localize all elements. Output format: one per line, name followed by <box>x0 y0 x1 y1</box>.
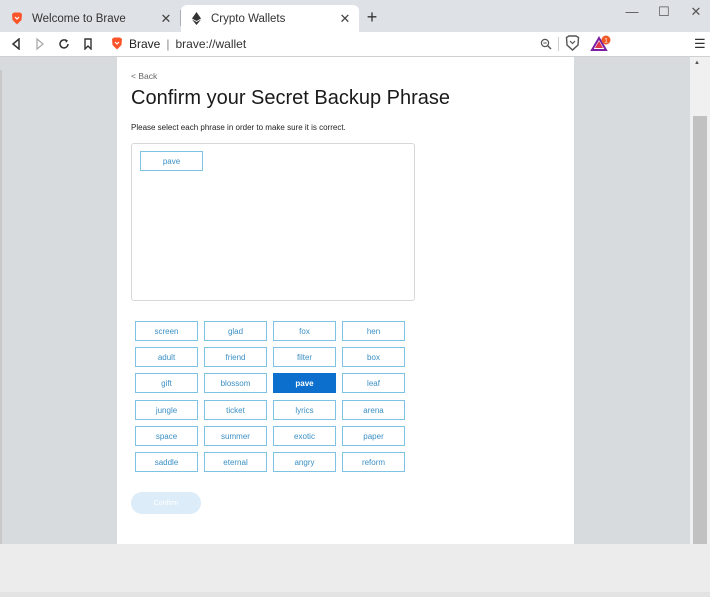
bookmark-icon[interactable] <box>80 36 96 52</box>
back-link[interactable]: < Back <box>131 71 157 81</box>
word-chip-box[interactable]: box <box>342 347 405 367</box>
word-chip-gift[interactable]: gift <box>135 373 198 393</box>
selected-phrases-box: pave <box>131 143 415 301</box>
page-bottom-area <box>0 544 710 597</box>
tab-title: Welcome to Brave <box>32 12 126 25</box>
confirm-button[interactable]: Confirm <box>131 492 201 514</box>
toolbar-divider <box>558 37 559 51</box>
word-chip-summer[interactable]: summer <box>204 426 267 446</box>
brave-rewards-icon[interactable]: 1 <box>590 35 612 58</box>
scroll-up-arrow-icon[interactable]: ▲ <box>694 60 700 66</box>
scrollbar-thumb[interactable] <box>693 116 707 544</box>
minimize-icon[interactable]: — <box>620 4 644 19</box>
word-chip-reform[interactable]: reform <box>342 452 405 472</box>
new-tab-plus-icon[interactable]: + <box>362 8 382 26</box>
word-chip-ticket[interactable]: ticket <box>204 400 267 420</box>
word-chip-exotic[interactable]: exotic <box>273 426 336 446</box>
word-chip-jungle[interactable]: jungle <box>135 400 198 420</box>
tab-welcome[interactable]: Welcome to Brave ✕ <box>2 5 180 32</box>
word-chip-adult[interactable]: adult <box>135 347 198 367</box>
ethereum-icon <box>189 12 203 26</box>
bottom-edge <box>0 592 710 597</box>
word-chip-angry[interactable]: angry <box>273 452 336 472</box>
word-chip-friend[interactable]: friend <box>204 347 267 367</box>
brave-shield-icon <box>111 37 124 50</box>
back-arrow-icon[interactable] <box>8 36 24 52</box>
word-chip-saddle[interactable]: saddle <box>135 452 198 472</box>
word-chip-hen[interactable]: hen <box>342 321 405 341</box>
tab-close-icon[interactable]: ✕ <box>337 11 353 27</box>
word-chip-pave[interactable]: pave <box>273 373 336 393</box>
address-brand: Brave <box>129 36 161 51</box>
address-divider: | <box>166 36 170 51</box>
word-chip-leaf[interactable]: leaf <box>342 373 405 393</box>
rewards-badge-count: 1 <box>604 37 608 44</box>
backup-phrase-card: < Back Confirm your Secret Backup Phrase… <box>117 57 574 544</box>
word-chip-fox[interactable]: fox <box>273 321 336 341</box>
hamburger-menu-icon[interactable]: ☰ <box>694 36 706 52</box>
page-subtitle: Please select each phrase in order to ma… <box>131 123 346 132</box>
address-bar[interactable]: Brave | brave://wallet <box>103 33 559 54</box>
tab-strip: Welcome to Brave ✕ Crypto Wallets ✕ + — … <box>0 0 710 32</box>
word-chip-screen[interactable]: screen <box>135 321 198 341</box>
selected-phrase-chip[interactable]: pave <box>140 151 203 171</box>
zoom-icon[interactable] <box>540 37 552 55</box>
forward-arrow-icon[interactable] <box>32 36 48 52</box>
word-chip-eternal[interactable]: eternal <box>204 452 267 472</box>
word-chip-space[interactable]: space <box>135 426 198 446</box>
brave-shields-button-icon[interactable] <box>565 35 580 56</box>
word-chip-filter[interactable]: filter <box>273 347 336 367</box>
tab-crypto-wallets[interactable]: Crypto Wallets ✕ <box>181 5 359 32</box>
address-url: brave://wallet <box>175 36 247 51</box>
reload-icon[interactable] <box>56 36 72 52</box>
tab-title: Crypto Wallets <box>211 12 286 25</box>
left-edge <box>0 70 2 560</box>
word-chip-lyrics[interactable]: lyrics <box>273 400 336 420</box>
word-chip-blossom[interactable]: blossom <box>204 373 267 393</box>
page-title: Confirm your Secret Backup Phrase <box>131 87 451 109</box>
brave-lion-icon <box>10 12 24 26</box>
word-chip-glad[interactable]: glad <box>204 321 267 341</box>
tab-close-icon[interactable]: ✕ <box>158 11 174 27</box>
maximize-icon[interactable]: ☐ <box>652 4 676 20</box>
browser-toolbar: Brave | brave://wallet 1 ☰ <box>0 32 710 57</box>
word-chip-paper[interactable]: paper <box>342 426 405 446</box>
window-close-icon[interactable]: ✕ <box>684 4 708 20</box>
word-chip-arena[interactable]: arena <box>342 400 405 420</box>
